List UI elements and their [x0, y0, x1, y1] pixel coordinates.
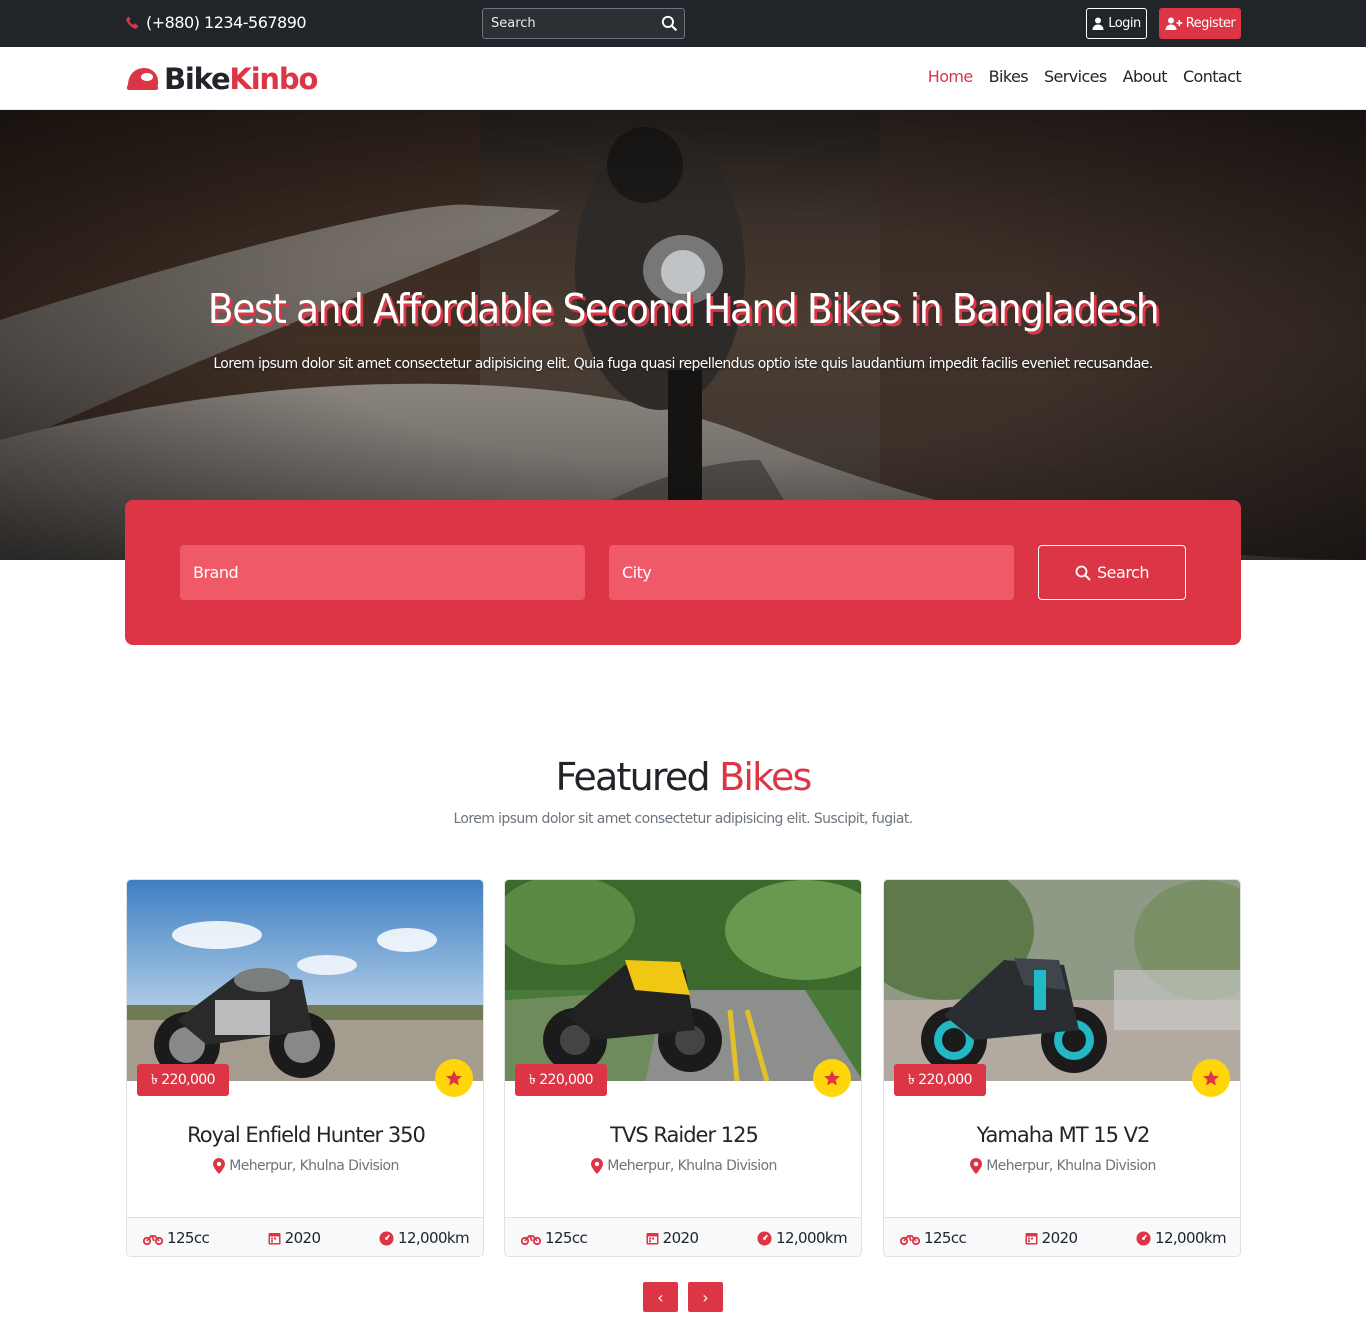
bike-search-panel: Search — [125, 500, 1241, 645]
bike-image — [884, 880, 1240, 1081]
spec-engine-value: 125cc — [924, 1229, 967, 1247]
bike-name[interactable]: Yamaha MT 15 V2 — [884, 1123, 1240, 1147]
bike-name[interactable]: TVS Raider 125 — [505, 1123, 861, 1147]
spec-engine-value: 125cc — [167, 1229, 210, 1247]
nav-links: Home Bikes Services About Contact — [928, 67, 1242, 86]
login-label: Login — [1108, 16, 1141, 31]
star-icon — [824, 1070, 840, 1086]
search-icon — [1075, 565, 1091, 581]
login-button[interactable]: Login — [1086, 8, 1147, 39]
search-button[interactable]: Search — [1038, 545, 1186, 600]
spec-mileage-value: 12,000km — [776, 1229, 848, 1247]
top-bar: (+880) 1234-567890 Login Register — [0, 0, 1366, 47]
user-icon — [1092, 17, 1104, 30]
carousel-next-button[interactable]: › — [688, 1282, 723, 1312]
top-search-box — [482, 8, 685, 39]
location-pin-icon — [970, 1158, 983, 1174]
bike-location: Meherpur, Khulna Division — [884, 1158, 1240, 1174]
bike-card[interactable]: ৳ 220,000 TVS Raider 125 Meherpur, Khuln… — [504, 879, 862, 1257]
nav-link-bikes[interactable]: Bikes — [989, 67, 1029, 86]
spec-mileage: 12,000km — [379, 1229, 470, 1247]
calendar-icon — [1025, 1233, 1038, 1245]
hero-banner: Best and Affordable Second Hand Bikes in… — [0, 110, 1366, 560]
favorite-button[interactable] — [813, 1059, 851, 1097]
user-plus-icon — [1165, 17, 1183, 30]
favorite-button[interactable] — [435, 1059, 473, 1097]
calendar-icon — [646, 1233, 659, 1245]
featured-title: Featured Bikes — [0, 755, 1366, 799]
phone-number: (+880) 1234-567890 — [146, 13, 307, 32]
spec-mileage-value: 12,000km — [1155, 1229, 1227, 1247]
spec-year: 2020 — [646, 1229, 699, 1247]
speedometer-icon — [1136, 1230, 1151, 1246]
nav-link-home[interactable]: Home — [928, 67, 973, 86]
motorcycle-icon — [143, 1234, 163, 1245]
speedometer-icon — [379, 1230, 394, 1246]
main-navbar: BikeKinbo Home Bikes Services About Cont… — [0, 47, 1366, 110]
phone-icon — [126, 16, 139, 29]
featured-title-part1: Featured — [555, 755, 710, 799]
bike-location: Meherpur, Khulna Division — [505, 1158, 861, 1174]
location-pin-icon — [591, 1158, 604, 1174]
bike-specs: 125cc 2020 12,000km — [505, 1217, 861, 1256]
bike-name[interactable]: Royal Enfield Hunter 350 — [127, 1123, 483, 1147]
motorcycle-icon — [900, 1234, 920, 1245]
spec-year: 2020 — [268, 1229, 321, 1247]
spec-engine: 125cc — [900, 1229, 967, 1247]
nav-link-about[interactable]: About — [1123, 67, 1168, 86]
spec-mileage-value: 12,000km — [398, 1229, 470, 1247]
bike-location-text: Meherpur, Khulna Division — [986, 1158, 1156, 1174]
spec-mileage: 12,000km — [1136, 1229, 1227, 1247]
bike-card[interactable]: ৳ 220,000 Royal Enfield Hunter 350 Meher… — [126, 879, 484, 1257]
spec-year-value: 2020 — [662, 1229, 699, 1247]
logo-text-kinbo: Kinbo — [229, 62, 318, 96]
price-badge: ৳ 220,000 — [137, 1064, 229, 1096]
hero-background-image — [0, 110, 1366, 560]
featured-subtitle: Lorem ipsum dolor sit amet consectetur a… — [453, 811, 913, 827]
carousel-prev-button[interactable]: ‹ — [643, 1282, 678, 1312]
bike-location-text: Meherpur, Khulna Division — [229, 1158, 399, 1174]
price-badge: ৳ 220,000 — [515, 1064, 607, 1096]
phone-contact[interactable]: (+880) 1234-567890 — [125, 13, 307, 32]
favorite-button[interactable] — [1192, 1059, 1230, 1097]
price-badge: ৳ 220,000 — [894, 1064, 986, 1096]
star-icon — [446, 1070, 462, 1086]
nav-link-contact[interactable]: Contact — [1183, 67, 1242, 86]
spec-year-value: 2020 — [284, 1229, 321, 1247]
spec-year-value: 2020 — [1041, 1229, 1078, 1247]
bike-location-text: Meherpur, Khulna Division — [607, 1158, 777, 1174]
nav-link-services[interactable]: Services — [1044, 67, 1107, 86]
helmet-logo-icon — [127, 68, 158, 90]
bike-specs: 125cc 2020 12,000km — [884, 1217, 1240, 1256]
site-logo[interactable]: BikeKinbo — [125, 62, 318, 96]
spec-engine: 125cc — [143, 1229, 210, 1247]
bike-location: Meherpur, Khulna Division — [127, 1158, 483, 1174]
register-label: Register — [1185, 16, 1236, 31]
logo-text: BikeKinbo — [164, 62, 318, 96]
search-icon[interactable] — [661, 15, 678, 32]
featured-title-part2: Bikes — [719, 755, 812, 799]
top-search-input[interactable] — [483, 9, 653, 38]
spec-mileage: 12,000km — [757, 1229, 848, 1247]
logo-text-bike: Bike — [164, 62, 231, 96]
city-input[interactable] — [609, 545, 1014, 600]
star-icon — [1203, 1070, 1219, 1086]
calendar-icon — [268, 1233, 281, 1245]
hero-subtitle: Lorem ipsum dolor sit amet consectetur a… — [213, 356, 1153, 372]
speedometer-icon — [757, 1230, 772, 1246]
brand-input[interactable] — [180, 545, 585, 600]
spec-year: 2020 — [1025, 1229, 1078, 1247]
bike-specs: 125cc 2020 12,000km — [127, 1217, 483, 1256]
hero-title: Best and Affordable Second Hand Bikes in… — [207, 285, 1160, 333]
spec-engine: 125cc — [521, 1229, 588, 1247]
location-pin-icon — [213, 1158, 226, 1174]
motorcycle-icon — [521, 1234, 541, 1245]
bike-image — [505, 880, 861, 1081]
register-button[interactable]: Register — [1159, 8, 1241, 39]
bike-image — [127, 880, 483, 1081]
spec-engine-value: 125cc — [545, 1229, 588, 1247]
search-button-label: Search — [1097, 563, 1149, 582]
bike-card[interactable]: ৳ 220,000 Yamaha MT 15 V2 Meherpur, Khul… — [883, 879, 1241, 1257]
